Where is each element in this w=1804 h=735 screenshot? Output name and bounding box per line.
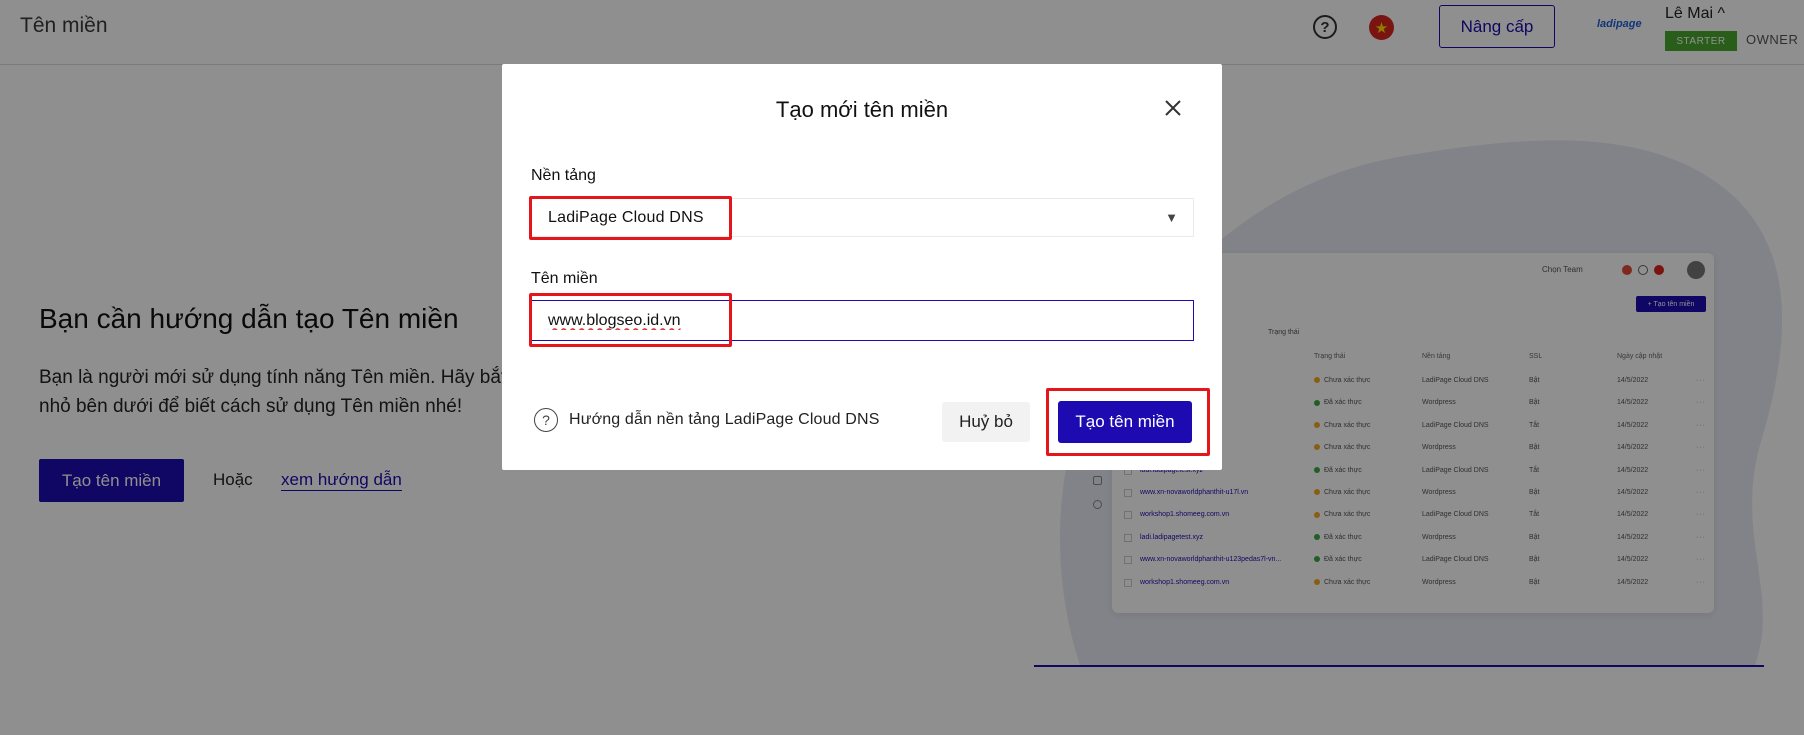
help-circle-icon[interactable]: ? — [534, 408, 558, 432]
create-domain-dialog: Tạo mới tên miền Nền tảng LadiPage Cloud… — [502, 64, 1222, 470]
close-icon[interactable] — [1161, 96, 1185, 120]
platform-guide-link[interactable]: Hướng dẫn nền tảng LadiPage Cloud DNS — [569, 411, 880, 429]
dialog-title: Tạo mới tên miền — [775, 97, 949, 122]
platform-label: Nền tảng — [531, 167, 596, 184]
platform-select-value: LadiPage Cloud DNS — [548, 209, 704, 226]
platform-select[interactable]: LadiPage Cloud DNS ▼ — [531, 198, 1194, 237]
cancel-button[interactable]: Huỷ bỏ — [942, 402, 1030, 442]
domain-label: Tên miền — [531, 270, 598, 287]
domain-input[interactable] — [531, 300, 1194, 341]
create-domain-submit-button[interactable]: Tạo tên miền — [1058, 401, 1192, 443]
caret-down-icon: ▼ — [1165, 210, 1178, 225]
